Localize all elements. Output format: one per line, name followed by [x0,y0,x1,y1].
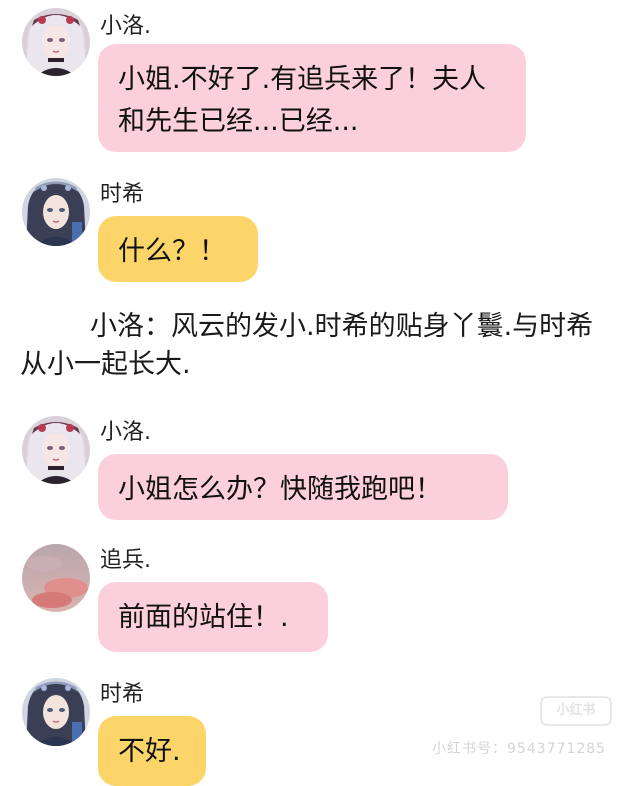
message-bubble[interactable]: 小姐怎么办？快随我跑吧！ [98,454,508,520]
dark-hair-girl-avatar-icon [22,178,90,246]
sender-name: 时希 [100,682,145,707]
sender-name: 小洛. [100,420,151,445]
silver-hair-girl-avatar-icon [22,416,90,484]
sunset-cloud-avatar-icon [22,544,90,612]
sender-name: 时希 [100,182,145,207]
message-bubble[interactable]: 什么？！ [98,216,258,282]
silver-hair-girl-avatar-icon [22,8,90,76]
avatar-dark-hair-girl[interactable] [22,178,90,246]
message-bubble[interactable]: 不好. [98,716,206,786]
avatar-sunset-cloud[interactable] [22,544,90,612]
avatar-dark-hair-girl[interactable] [22,678,90,746]
dark-hair-girl-avatar-icon [22,678,90,746]
message-bubble[interactable]: 前面的站住！. [98,582,328,652]
sender-name: 追兵. [100,548,151,573]
watermark-text: 小红书号：9543771285 [432,741,607,757]
watermark-logo: 小红书 [540,696,612,726]
narration-text: 小洛：风云的发小.时希的贴身丫鬟.与时希从小一起长大. [20,311,594,380]
avatar-silver-hair-girl[interactable] [22,416,90,484]
avatar-silver-hair-girl[interactable] [22,8,90,76]
sender-name: 小洛. [100,14,151,39]
message-bubble[interactable]: 小姐.不好了.有追兵来了！夫人和先生已经...已经... [98,44,526,152]
